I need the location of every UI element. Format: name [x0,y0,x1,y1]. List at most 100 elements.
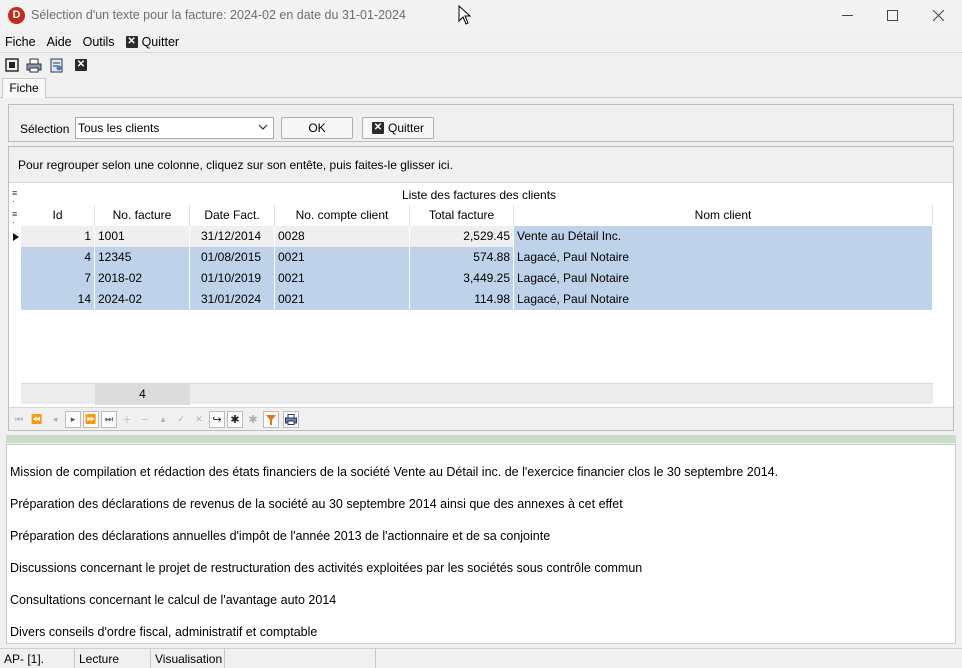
selection-combo[interactable]: Tous les clients [75,117,274,139]
prev-page-button[interactable]: ⏪ [29,411,45,428]
status-bar: AP- [1]. Lecture Visualisation [0,648,962,668]
text-line: Préparation des déclarations de revenus … [10,497,623,511]
column-header-no-facture[interactable]: No. facture [95,205,190,226]
minimize-button[interactable] [824,0,870,31]
print-preview-button[interactable] [48,56,66,74]
quit-button-label: Quitter [387,121,424,135]
footer-count: 4 [95,384,190,405]
first-page-button[interactable]: ⏮ [11,411,27,428]
filter-button[interactable] [263,411,279,428]
app-icon: D [8,7,25,24]
unmark-button[interactable]: ✱ [245,411,261,428]
table-row[interactable]: 1 1001 31/12/2014 0028 2,529.45 Vente au… [21,226,933,247]
delete-button[interactable]: － [137,411,153,428]
cell-compte: 0028 [275,226,410,247]
cell-date: 01/08/2015 [190,247,275,268]
post-button[interactable]: ✓ [173,411,189,428]
cell-compte: 0021 [275,268,410,289]
text-line: Mission de compilation et rédaction des … [10,465,779,479]
column-header-nom-client[interactable]: Nom client [514,205,933,226]
cancel-button[interactable]: ✕ [191,411,207,428]
insert-icon: ＋ [122,415,132,425]
mark-icon: ✱ [230,414,240,426]
tab-fiche[interactable]: Fiche [2,78,46,98]
status-cell-5 [376,649,962,668]
prev-page-icon: ⏪ [31,414,43,424]
column-header-compte[interactable]: No. compte client [275,205,410,226]
table-row[interactable]: 4 12345 01/08/2015 0021 574.88 Lagacé, P… [21,247,933,268]
menu-quitter-label: Quitter [141,34,180,49]
mouse-cursor-icon [458,5,472,25]
invoice-grid: Pour regrouper selon une colonne, clique… [8,146,954,431]
cell-total: 114.98 [410,289,514,310]
title-bar[interactable]: D Sélection d'un texte pour la facture: … [0,0,962,31]
last-page-icon: ⏭ [104,414,114,424]
select-frame-button[interactable] [3,56,21,74]
delete-icon: － [140,415,150,425]
next-page-button[interactable]: ⏩ [83,411,99,428]
text-line: Consultations concernant le calcul de l'… [10,593,337,607]
cell-no-facture: 1001 [95,226,190,247]
text-line: Discussions concernant le projet de rest… [10,561,643,575]
grid-footer: 4 [21,383,933,405]
record-navigator: ⏮ ⏪ ◂ ▸ ⏩ ⏭ ＋ － ▴ ✓ ✕ ↪ ✱ ✱ [9,407,953,430]
menu-quitter[interactable]: ✕ Quitter [121,32,186,52]
filter-icon [266,414,276,425]
menu-outils[interactable]: Outils [78,32,121,52]
grid-header: Id No. facture Date Fact. No. compte cli… [21,205,945,226]
cell-nom-client: Lagacé, Paul Notaire [514,268,933,289]
close-button[interactable] [915,0,961,31]
select-frame-icon [5,58,19,72]
column-header-id[interactable]: Id [21,205,95,226]
status-mode: Lecture [75,649,151,668]
menu-aide[interactable]: Aide [42,32,78,52]
column-header-date[interactable]: Date Fact. [190,205,275,226]
column-chooser-icon[interactable]: ≡ · [12,210,20,227]
selection-label: Sélection [20,122,70,136]
table-row[interactable]: 7 2018-02 01/10/2019 0021 3,449.25 Lagac… [21,268,933,289]
menu-fiche[interactable]: Fiche [0,32,42,52]
cell-total: 3,449.25 [410,268,514,289]
prev-record-button[interactable]: ◂ [47,411,63,428]
edit-icon: ▴ [160,414,166,424]
maximize-button[interactable] [869,0,915,31]
status-record: AP- [1]. [0,649,75,668]
last-page-button[interactable]: ⏭ [101,411,117,428]
cell-date: 31/01/2024 [190,289,275,310]
splitter[interactable] [6,435,956,443]
refresh-button[interactable]: ↪ [209,411,225,428]
tab-strip: Fiche [0,76,962,98]
invoice-text-area[interactable]: Mission de compilation et rédaction des … [6,444,956,644]
cell-id: 4 [21,247,95,268]
text-line: Divers conseils d'ordre fiscal, administ… [10,625,318,639]
cell-date: 31/12/2014 [190,226,275,247]
mark-button[interactable]: ✱ [227,411,243,428]
cell-total: 574.88 [410,247,514,268]
print-preview-icon [50,58,63,72]
insert-button[interactable]: ＋ [119,411,135,428]
next-record-button[interactable]: ▸ [65,411,81,428]
close-box-icon: ✕ [371,122,384,134]
print-grid-button[interactable] [283,411,299,428]
cell-no-facture: 2018-02 [95,268,190,289]
maximize-icon [886,10,898,21]
cell-compte: 0021 [275,247,410,268]
edit-button[interactable]: ▴ [155,411,171,428]
next-record-icon: ▸ [70,414,76,424]
close-toolbar-button[interactable]: ✕ [72,56,90,74]
group-by-hint: Pour regrouper selon une colonne, clique… [9,147,953,183]
print-button[interactable] [25,56,43,74]
next-page-icon: ⏩ [85,414,97,424]
selection-combo-value: Tous les clients [78,121,160,135]
cell-nom-client: Lagacé, Paul Notaire [514,247,933,268]
table-row[interactable]: 14 2024-02 31/01/2024 0021 114.98 Lagacé… [21,289,933,310]
grid-caption: Liste des factures des clients [401,188,557,202]
quit-button[interactable]: ✕ Quitter [362,117,434,139]
ok-button-label: OK [308,121,326,135]
prev-record-icon: ◂ [52,414,58,424]
ok-button[interactable]: OK [281,117,353,139]
column-header-total[interactable]: Total facture [410,205,514,226]
minimize-icon [841,15,853,16]
status-cell-4 [225,649,376,668]
print-icon [285,414,297,425]
